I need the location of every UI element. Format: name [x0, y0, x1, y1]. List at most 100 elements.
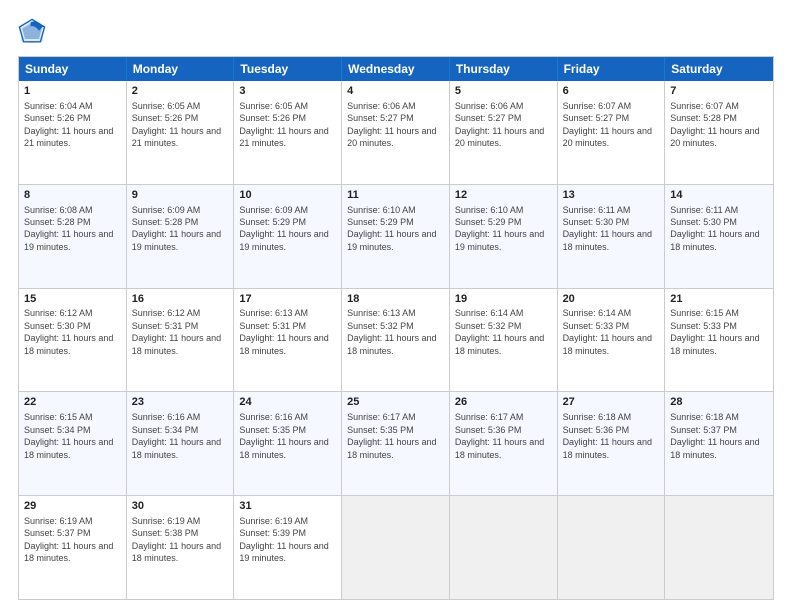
cal-header-day-wednesday: Wednesday — [342, 57, 450, 81]
cal-day-1: 1 Sunrise: 6:04 AMSunset: 5:26 PMDaylight… — [19, 81, 127, 184]
cell-info: Sunrise: 6:18 AMSunset: 5:37 PMDaylight:… — [670, 412, 759, 459]
cell-info: Sunrise: 6:19 AMSunset: 5:38 PMDaylight:… — [132, 516, 221, 563]
day-number: 16 — [132, 292, 229, 307]
cal-day-28: 28 Sunrise: 6:18 AMSunset: 5:37 PMDayligh… — [665, 392, 773, 495]
day-number: 11 — [347, 188, 444, 203]
day-number: 23 — [132, 395, 229, 410]
cal-week-3: 15Sunrise: 6:12 AMSunset: 5:30 PMDayligh… — [19, 288, 773, 392]
cell-info: Sunrise: 6:14 AMSunset: 5:33 PMDaylight:… — [563, 308, 652, 355]
day-number: 29 — [24, 499, 121, 514]
day-number: 20 — [563, 292, 660, 307]
cal-header-day-friday: Friday — [558, 57, 666, 81]
day-number: 8 — [24, 188, 121, 203]
day-number: 1 — [24, 84, 121, 99]
cell-info: Sunrise: 6:04 AMSunset: 5:26 PMDaylight:… — [24, 101, 113, 148]
day-number: 12 — [455, 188, 552, 203]
cal-day-24: 24Sunrise: 6:16 AMSunset: 5:35 PMDayligh… — [234, 392, 342, 495]
cell-info: Sunrise: 6:19 AMSunset: 5:37 PMDaylight:… — [24, 516, 113, 563]
cell-info: Sunrise: 6:11 AMSunset: 5:30 PMDaylight:… — [563, 205, 652, 252]
cell-info: Sunrise: 6:10 AMSunset: 5:29 PMDaylight:… — [347, 205, 436, 252]
cal-day-4: 4 Sunrise: 6:06 AMSunset: 5:27 PMDaylight… — [342, 81, 450, 184]
cal-day-29: 29 Sunrise: 6:19 AMSunset: 5:37 PMDayligh… — [19, 496, 127, 599]
cal-day-15: 15Sunrise: 6:12 AMSunset: 5:30 PMDayligh… — [19, 289, 127, 392]
cal-day-12: 12 Sunrise: 6:10 AMSunset: 5:29 PMDayligh… — [450, 185, 558, 288]
cell-info: Sunrise: 6:18 AMSunset: 5:36 PMDaylight:… — [563, 412, 652, 459]
cell-info: Sunrise: 6:13 AMSunset: 5:31 PMDaylight:… — [239, 308, 328, 355]
cal-day-5: 5 Sunrise: 6:06 AMSunset: 5:27 PMDaylight… — [450, 81, 558, 184]
day-number: 19 — [455, 292, 552, 307]
cell-info: Sunrise: 6:05 AMSunset: 5:26 PMDaylight:… — [239, 101, 328, 148]
cal-empty — [342, 496, 450, 599]
day-number: 31 — [239, 499, 336, 514]
cal-day-6: 6Sunrise: 6:07 AMSunset: 5:27 PMDaylight… — [558, 81, 666, 184]
day-number: 5 — [455, 84, 552, 99]
cal-day-9: 9 Sunrise: 6:09 AMSunset: 5:28 PMDaylight… — [127, 185, 235, 288]
day-number: 13 — [563, 188, 660, 203]
cell-info: Sunrise: 6:07 AMSunset: 5:28 PMDaylight:… — [670, 101, 759, 148]
day-number: 18 — [347, 292, 444, 307]
cal-day-8: 8 Sunrise: 6:08 AMSunset: 5:28 PMDaylight… — [19, 185, 127, 288]
day-number: 3 — [239, 84, 336, 99]
cal-day-27: 27Sunrise: 6:18 AMSunset: 5:36 PMDayligh… — [558, 392, 666, 495]
cell-info: Sunrise: 6:19 AMSunset: 5:39 PMDaylight:… — [239, 516, 328, 563]
page: SundayMondayTuesdayWednesdayThursdayFrid… — [0, 0, 792, 612]
cal-day-25: 25Sunrise: 6:17 AMSunset: 5:35 PMDayligh… — [342, 392, 450, 495]
cal-week-4: 22 Sunrise: 6:15 AMSunset: 5:34 PMDayligh… — [19, 391, 773, 495]
cell-info: Sunrise: 6:12 AMSunset: 5:30 PMDaylight:… — [24, 308, 113, 355]
cal-day-11: 11 Sunrise: 6:10 AMSunset: 5:29 PMDayligh… — [342, 185, 450, 288]
cal-day-10: 10 Sunrise: 6:09 AMSunset: 5:29 PMDayligh… — [234, 185, 342, 288]
cal-day-2: 2 Sunrise: 6:05 AMSunset: 5:26 PMDaylight… — [127, 81, 235, 184]
cal-header-day-sunday: Sunday — [19, 57, 127, 81]
day-number: 22 — [24, 395, 121, 410]
cal-header-day-thursday: Thursday — [450, 57, 558, 81]
day-number: 21 — [670, 292, 768, 307]
logo — [18, 18, 50, 46]
cal-day-22: 22 Sunrise: 6:15 AMSunset: 5:34 PMDayligh… — [19, 392, 127, 495]
cell-info: Sunrise: 6:09 AMSunset: 5:28 PMDaylight:… — [132, 205, 221, 252]
day-number: 28 — [670, 395, 768, 410]
cal-day-31: 31 Sunrise: 6:19 AMSunset: 5:39 PMDayligh… — [234, 496, 342, 599]
cal-empty — [450, 496, 558, 599]
day-number: 4 — [347, 84, 444, 99]
cal-day-16: 16Sunrise: 6:12 AMSunset: 5:31 PMDayligh… — [127, 289, 235, 392]
cal-day-23: 23Sunrise: 6:16 AMSunset: 5:34 PMDayligh… — [127, 392, 235, 495]
cal-header-day-monday: Monday — [127, 57, 235, 81]
cell-info: Sunrise: 6:05 AMSunset: 5:26 PMDaylight:… — [132, 101, 221, 148]
cal-day-19: 19Sunrise: 6:14 AMSunset: 5:32 PMDayligh… — [450, 289, 558, 392]
cal-day-17: 17Sunrise: 6:13 AMSunset: 5:31 PMDayligh… — [234, 289, 342, 392]
day-number: 7 — [670, 84, 768, 99]
day-number: 14 — [670, 188, 768, 203]
cell-info: Sunrise: 6:06 AMSunset: 5:27 PMDaylight:… — [347, 101, 436, 148]
day-number: 24 — [239, 395, 336, 410]
cell-info: Sunrise: 6:08 AMSunset: 5:28 PMDaylight:… — [24, 205, 113, 252]
day-number: 17 — [239, 292, 336, 307]
day-number: 30 — [132, 499, 229, 514]
day-number: 15 — [24, 292, 121, 307]
cal-week-5: 29 Sunrise: 6:19 AMSunset: 5:37 PMDayligh… — [19, 495, 773, 599]
cal-header-day-saturday: Saturday — [665, 57, 773, 81]
calendar-header: SundayMondayTuesdayWednesdayThursdayFrid… — [19, 57, 773, 81]
cell-info: Sunrise: 6:12 AMSunset: 5:31 PMDaylight:… — [132, 308, 221, 355]
cal-day-20: 20Sunrise: 6:14 AMSunset: 5:33 PMDayligh… — [558, 289, 666, 392]
cal-day-26: 26Sunrise: 6:17 AMSunset: 5:36 PMDayligh… — [450, 392, 558, 495]
day-number: 6 — [563, 84, 660, 99]
cell-info: Sunrise: 6:06 AMSunset: 5:27 PMDaylight:… — [455, 101, 544, 148]
cal-day-30: 30 Sunrise: 6:19 AMSunset: 5:38 PMDayligh… — [127, 496, 235, 599]
cal-week-2: 8 Sunrise: 6:08 AMSunset: 5:28 PMDaylight… — [19, 184, 773, 288]
day-number: 10 — [239, 188, 336, 203]
cal-day-18: 18Sunrise: 6:13 AMSunset: 5:32 PMDayligh… — [342, 289, 450, 392]
day-number: 9 — [132, 188, 229, 203]
day-number: 2 — [132, 84, 229, 99]
cal-empty — [558, 496, 666, 599]
calendar-body: 1 Sunrise: 6:04 AMSunset: 5:26 PMDaylight… — [19, 81, 773, 599]
cell-info: Sunrise: 6:09 AMSunset: 5:29 PMDaylight:… — [239, 205, 328, 252]
cell-info: Sunrise: 6:15 AMSunset: 5:34 PMDaylight:… — [24, 412, 113, 459]
cal-header-day-tuesday: Tuesday — [234, 57, 342, 81]
logo-icon — [18, 18, 46, 46]
cell-info: Sunrise: 6:14 AMSunset: 5:32 PMDaylight:… — [455, 308, 544, 355]
day-number: 25 — [347, 395, 444, 410]
cell-info: Sunrise: 6:13 AMSunset: 5:32 PMDaylight:… — [347, 308, 436, 355]
cell-info: Sunrise: 6:11 AMSunset: 5:30 PMDaylight:… — [670, 205, 759, 252]
cell-info: Sunrise: 6:10 AMSunset: 5:29 PMDaylight:… — [455, 205, 544, 252]
cell-info: Sunrise: 6:15 AMSunset: 5:33 PMDaylight:… — [670, 308, 759, 355]
